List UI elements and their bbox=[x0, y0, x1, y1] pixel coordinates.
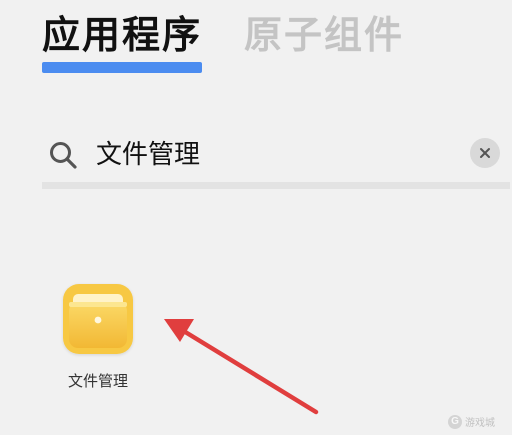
search-divider bbox=[42, 182, 510, 189]
tab-applications[interactable]: 应用程序 bbox=[42, 12, 202, 58]
search-bar[interactable]: 文件管理 bbox=[42, 128, 510, 184]
watermark-logo: G bbox=[448, 414, 462, 429]
search-icon bbox=[48, 140, 78, 170]
active-tab-indicator bbox=[42, 62, 202, 73]
folder-icon bbox=[63, 284, 133, 354]
app-result-file-manager[interactable]: 文件管理 bbox=[50, 278, 146, 394]
tab-atomic-components[interactable]: 原子组件 bbox=[244, 12, 404, 58]
watermark-text: 游戏城 bbox=[465, 418, 495, 429]
screen: 应用程序 原子组件 文件管理 文件管理 G 游戏城 bbox=[0, 0, 512, 435]
close-icon bbox=[478, 146, 492, 160]
search-input[interactable]: 文件管理 bbox=[96, 137, 200, 173]
app-label: 文件管理 bbox=[67, 372, 128, 390]
clear-search-button[interactable] bbox=[470, 138, 500, 168]
watermark: G 游戏城 bbox=[448, 414, 495, 429]
